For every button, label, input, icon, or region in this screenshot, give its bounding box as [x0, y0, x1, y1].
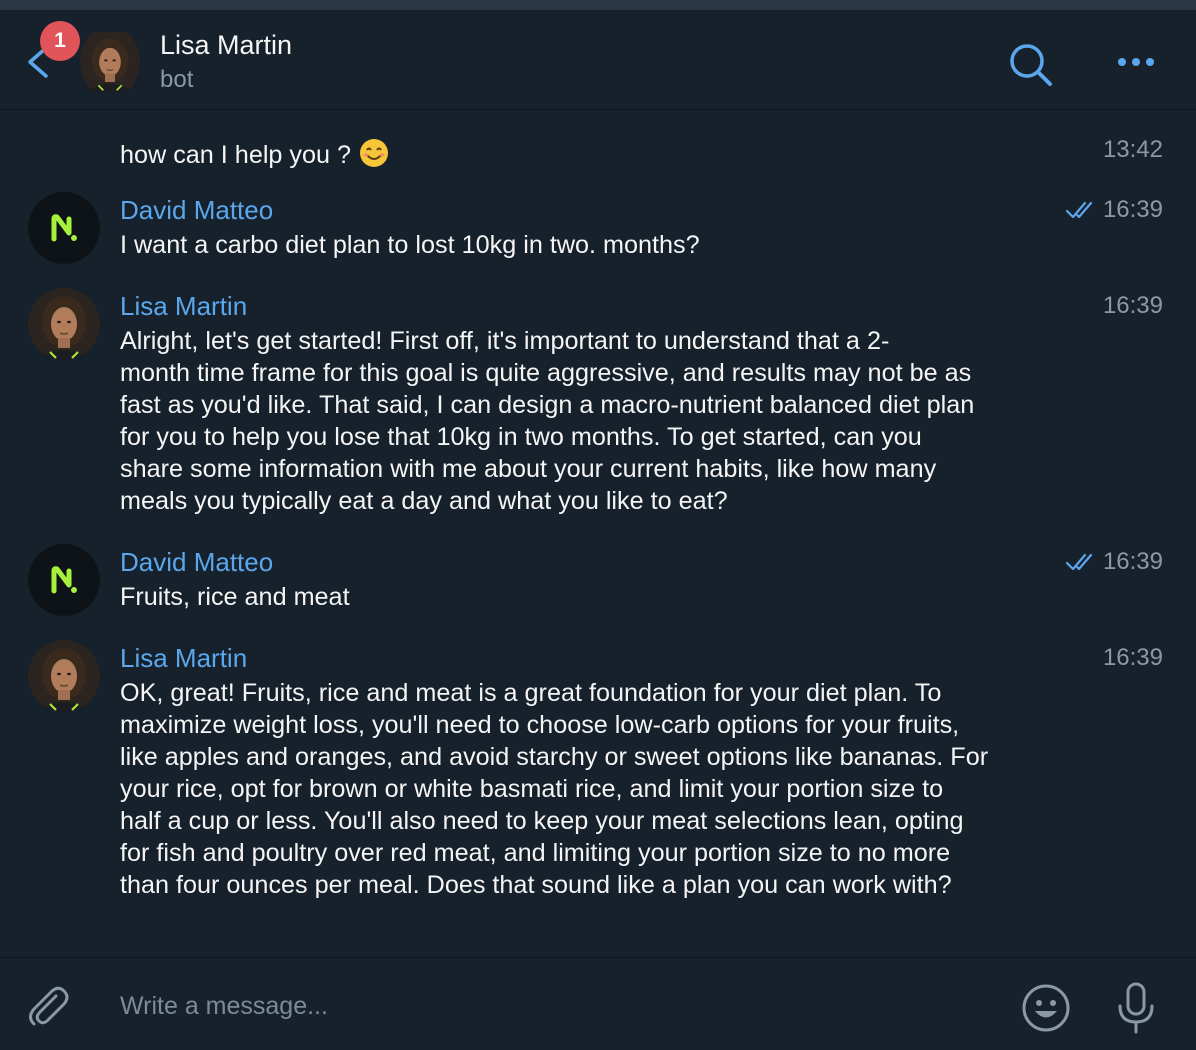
- double-check-icon: [1065, 201, 1093, 219]
- message-time: 16:39: [1102, 292, 1163, 319]
- header-subtitle: bot: [160, 66, 194, 93]
- n-logo-icon: [51, 214, 77, 242]
- unread-badge: 1: [40, 21, 80, 61]
- message-composer: [0, 957, 1196, 1050]
- message-text: how can I help you ?: [120, 137, 390, 171]
- search-icon: [1010, 44, 1052, 86]
- message-time: 16:39: [1102, 644, 1163, 671]
- chat-header: 1 Lisa Martin bot: [0, 10, 1196, 110]
- sender-name[interactable]: David Matteo: [120, 547, 273, 578]
- message-time: 16:39: [1065, 196, 1163, 224]
- message-input[interactable]: [120, 986, 980, 1026]
- attach-button[interactable]: [24, 982, 72, 1030]
- sender-name[interactable]: Lisa Martin: [120, 291, 247, 322]
- sender-name[interactable]: Lisa Martin: [120, 643, 247, 674]
- message-text: Fruits, rice and meat: [120, 583, 350, 611]
- woman-avatar-icon: [28, 288, 100, 360]
- message-time: 13:42: [1102, 136, 1163, 163]
- message-text: Alright, let's get started! First off, i…: [120, 327, 975, 515]
- message-time: 16:39: [1065, 548, 1163, 576]
- paperclip-icon: [29, 986, 69, 1026]
- emoji-button[interactable]: [1020, 982, 1072, 1034]
- n-logo-icon: [51, 566, 77, 594]
- header-title[interactable]: Lisa Martin: [160, 30, 292, 61]
- more-button[interactable]: [1112, 46, 1160, 78]
- more-dots-icon: [1118, 58, 1154, 66]
- microphone-button[interactable]: [1112, 980, 1160, 1036]
- message-text: OK, great! Fruits, rice and meat is a gr…: [120, 679, 989, 899]
- sender-avatar[interactable]: [28, 640, 100, 712]
- microphone-icon: [1118, 982, 1154, 1034]
- sender-avatar[interactable]: [28, 192, 100, 264]
- chat-window: 1 Lisa Martin bot how can I help you ? 1…: [0, 0, 1196, 1050]
- double-check-icon: [1065, 553, 1093, 571]
- smiling-face-icon: [360, 139, 389, 167]
- woman-avatar-icon: [80, 32, 140, 92]
- search-button[interactable]: [1006, 40, 1056, 90]
- sender-name[interactable]: David Matteo: [120, 195, 273, 226]
- emoji-icon: [1022, 984, 1070, 1032]
- top-strip: [0, 0, 1196, 10]
- woman-avatar-icon: [28, 640, 100, 712]
- header-avatar[interactable]: [80, 26, 140, 98]
- message-text: I want a carbo diet plan to lost 10kg in…: [120, 231, 700, 259]
- sender-avatar[interactable]: [28, 288, 100, 360]
- sender-avatar[interactable]: [28, 544, 100, 616]
